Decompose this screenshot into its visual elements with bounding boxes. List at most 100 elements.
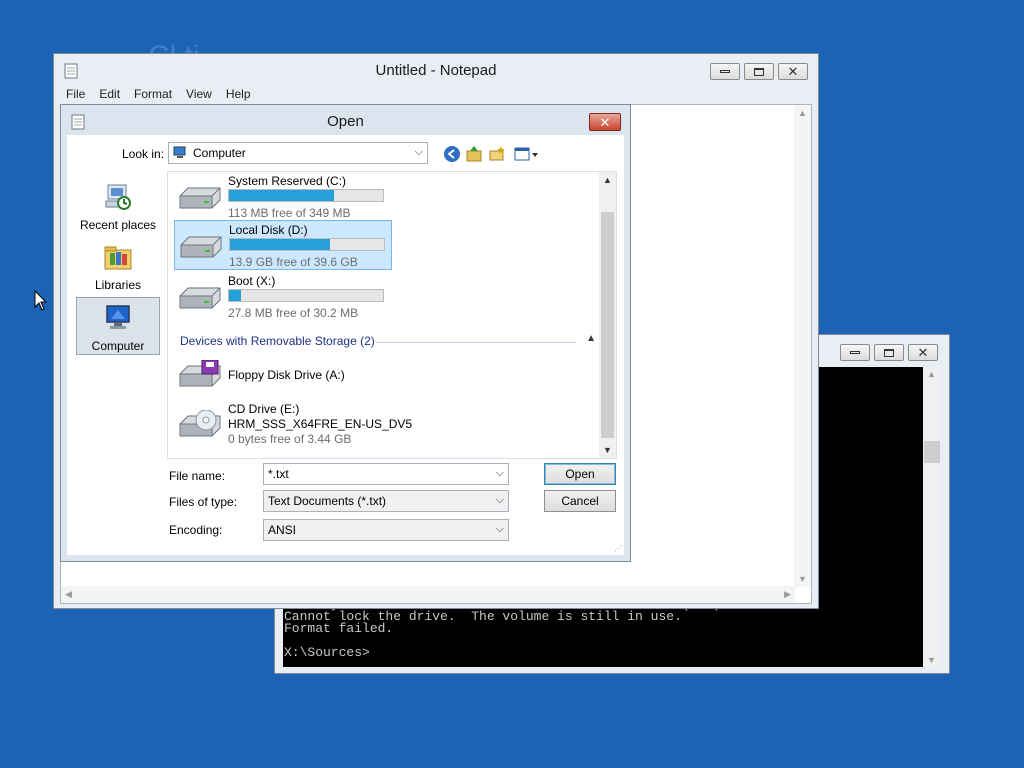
look-in-value: Computer bbox=[193, 146, 246, 160]
scroll-right-arrow-icon[interactable]: ▶ bbox=[784, 589, 791, 600]
up-one-level-icon[interactable] bbox=[465, 145, 483, 163]
chevron-up-icon[interactable]: ▲ bbox=[586, 333, 596, 344]
file-list-scrollbar[interactable]: ▲ ▼ bbox=[599, 172, 616, 458]
cancel-button[interactable]: Cancel bbox=[544, 490, 616, 512]
open-dialog-title: Open bbox=[327, 113, 364, 130]
file-list-scroll-thumb[interactable] bbox=[601, 212, 614, 438]
scroll-up-arrow-icon[interactable]: ▲ bbox=[927, 369, 936, 379]
console-vertical-scrollbar[interactable]: ▲ ▼ bbox=[923, 367, 941, 667]
look-in-label: Look in: bbox=[122, 147, 165, 161]
scroll-up-arrow-icon[interactable]: ▲ bbox=[603, 175, 612, 185]
close-icon: ✕ bbox=[599, 114, 611, 130]
minimize-icon bbox=[720, 70, 730, 73]
maximize-icon bbox=[884, 348, 894, 357]
file-name-input[interactable]: *.txt ⌵ bbox=[263, 463, 509, 485]
chevron-down-icon: ⌵ bbox=[414, 146, 423, 158]
cd-drive-icon bbox=[179, 410, 221, 437]
computer-icon bbox=[106, 305, 130, 329]
scroll-down-arrow-icon[interactable]: ▼ bbox=[927, 655, 936, 665]
drive-name: CD Drive (E:) bbox=[228, 402, 300, 416]
console-scroll-thumb[interactable] bbox=[924, 441, 940, 463]
encoding-dropdown[interactable]: ANSI ⌵ bbox=[263, 519, 509, 541]
console-close-button[interactable]: ✕ bbox=[908, 344, 938, 361]
drive-item-floppy[interactable]: Floppy Disk Drive (A:) bbox=[174, 350, 392, 400]
notepad-titlebar[interactable]: Untitled - Notepad ✕ bbox=[54, 54, 818, 84]
scroll-left-arrow-icon[interactable]: ◀ bbox=[65, 589, 72, 600]
hard-drive-icon bbox=[180, 236, 222, 258]
mouse-pointer-icon bbox=[34, 290, 48, 311]
open-button[interactable]: Open bbox=[544, 463, 616, 485]
back-icon[interactable] bbox=[443, 145, 461, 163]
drive-free-space: 27.8 MB free of 30.2 MB bbox=[228, 306, 359, 320]
notepad-menubar: File Edit Format View Help bbox=[60, 85, 257, 103]
place-computer[interactable]: Computer bbox=[76, 297, 160, 355]
close-icon: ✕ bbox=[917, 345, 929, 360]
drive-usage-fill bbox=[229, 190, 334, 201]
open-dialog-titlebar[interactable]: Open ✕ bbox=[61, 105, 630, 135]
place-libraries[interactable]: Libraries bbox=[76, 237, 160, 295]
hard-drive-icon bbox=[179, 287, 221, 309]
file-name-label: File name: bbox=[169, 469, 226, 483]
place-label: Libraries bbox=[94, 278, 142, 292]
resize-grip-icon[interactable]: ⋰ bbox=[614, 544, 622, 553]
drive-name: Boot (X:) bbox=[228, 274, 276, 288]
drive-name: Local Disk (D:) bbox=[229, 223, 308, 237]
console-maximize-button[interactable] bbox=[874, 344, 904, 361]
open-dialog-close-button[interactable]: ✕ bbox=[589, 113, 621, 131]
maximize-icon bbox=[754, 67, 764, 76]
files-of-type-value: Text Documents (*.txt) bbox=[268, 494, 387, 508]
file-list[interactable]: System Reserved (C:) 113 MB free of 349 … bbox=[167, 171, 617, 459]
menu-file[interactable]: File bbox=[60, 85, 91, 103]
file-name-value: *.txt bbox=[268, 467, 289, 481]
notepad-vertical-scrollbar[interactable]: ▲ ▼ bbox=[794, 105, 811, 587]
drive-usage-bar bbox=[229, 238, 385, 251]
computer-icon bbox=[173, 146, 186, 158]
menu-format[interactable]: Format bbox=[128, 85, 178, 103]
drive-free-space: 113 MB free of 349 MB bbox=[228, 206, 351, 220]
chevron-down-icon[interactable]: ⌵ bbox=[496, 467, 504, 480]
scroll-down-arrow-icon[interactable]: ▼ bbox=[603, 445, 612, 455]
chevron-down-icon: ⌵ bbox=[495, 494, 504, 506]
menu-view[interactable]: View bbox=[180, 85, 218, 103]
menu-help[interactable]: Help bbox=[220, 85, 257, 103]
removable-storage-group-header[interactable]: Devices with Removable Storage (2) ▲ bbox=[180, 333, 600, 350]
group-header-label: Devices with Removable Storage (2) bbox=[180, 334, 375, 348]
hard-drive-icon bbox=[179, 187, 221, 209]
view-menu-icon[interactable] bbox=[513, 145, 539, 163]
menu-edit[interactable]: Edit bbox=[93, 85, 126, 103]
drive-item-cd[interactable]: CD Drive (E:) HRM_SSS_X64FRE_EN-US_DV5 0… bbox=[174, 400, 412, 450]
notepad-maximize-button[interactable] bbox=[744, 63, 774, 80]
drive-item-x[interactable]: Boot (X:) 27.8 MB free of 30.2 MB bbox=[174, 272, 392, 322]
recent-places-icon bbox=[105, 184, 131, 210]
open-dialog-body: Look in: Computer ⌵ Recent places Librar… bbox=[67, 135, 624, 555]
drive-usage-bar bbox=[228, 289, 384, 302]
look-in-dropdown[interactable]: Computer ⌵ bbox=[168, 142, 428, 164]
drive-item-d[interactable]: Local Disk (D:) 13.9 GB free of 39.6 GB bbox=[174, 220, 392, 270]
drive-volume-label: HRM_SSS_X64FRE_EN-US_DV5 bbox=[228, 417, 413, 431]
notepad-title: Untitled - Notepad bbox=[375, 62, 497, 79]
floppy-drive-icon bbox=[179, 360, 221, 387]
scroll-up-arrow-icon[interactable]: ▲ bbox=[798, 108, 807, 118]
drive-usage-bar bbox=[228, 189, 384, 202]
notepad-minimize-button[interactable] bbox=[710, 63, 740, 80]
encoding-label: Encoding: bbox=[169, 523, 223, 537]
drive-name: Floppy Disk Drive (A:) bbox=[228, 368, 345, 382]
drive-usage-fill bbox=[230, 239, 331, 250]
group-divider bbox=[376, 342, 576, 343]
places-bar: Recent places Libraries Computer bbox=[73, 171, 165, 501]
place-recent-places[interactable]: Recent places bbox=[76, 177, 160, 235]
drive-usage-fill bbox=[229, 290, 242, 301]
files-of-type-label: Files of type: bbox=[169, 495, 238, 509]
place-label: Recent places bbox=[79, 218, 157, 232]
drive-item-c[interactable]: System Reserved (C:) 113 MB free of 349 … bbox=[174, 172, 392, 222]
console-minimize-button[interactable] bbox=[840, 344, 870, 361]
files-of-type-dropdown[interactable]: Text Documents (*.txt) ⌵ bbox=[263, 490, 509, 512]
notepad-close-button[interactable]: ✕ bbox=[778, 63, 808, 80]
libraries-icon bbox=[104, 246, 132, 270]
open-dialog[interactable]: Open ✕ Look in: Computer ⌵ Recent places… bbox=[60, 104, 631, 562]
drive-name: System Reserved (C:) bbox=[228, 174, 347, 188]
new-folder-icon[interactable] bbox=[488, 145, 506, 163]
chevron-down-icon: ⌵ bbox=[495, 523, 504, 535]
notepad-horizontal-scrollbar[interactable]: ◀ ▶ bbox=[61, 586, 795, 603]
scroll-down-arrow-icon[interactable]: ▼ bbox=[798, 574, 807, 584]
